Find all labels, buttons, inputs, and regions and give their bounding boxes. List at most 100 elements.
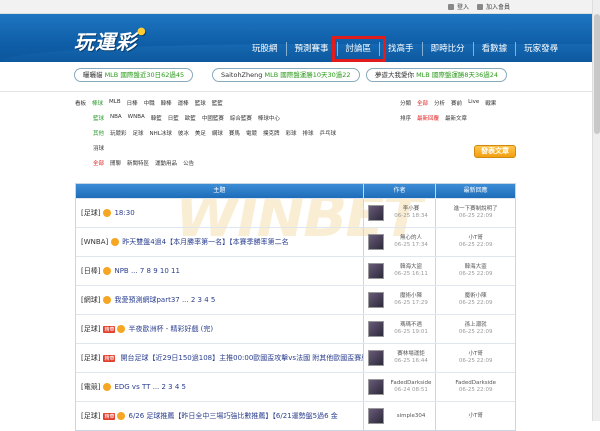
table-row[interactable]: [足球] 精華 6/26 足球推薦【昨日全中三場巧強比數推薦】【6/21運勢盤5過6… [76,401,515,430]
filter-option[interactable]: 中職 [144,99,155,107]
reply-name[interactable]: 小T哥 [469,413,483,420]
reply-name[interactable]: 孫上潮就 [465,322,487,329]
filter-option[interactable]: 日籃 [168,114,179,122]
filter-option[interactable]: 韓籃 [151,114,162,122]
filter-option[interactable]: 乒乓球 [320,129,337,137]
reply-name[interactable]: 小T哥 [469,235,483,242]
author-name[interactable]: 賽林場運鉅 [397,351,425,358]
author-name[interactable]: 韓海大盜 [400,264,422,271]
thread-category[interactable]: [WNBA] [81,238,108,246]
author-name[interactable]: 李小賽 [403,206,420,213]
filter-option[interactable]: 足球 [133,129,144,137]
table-row[interactable]: [日棒] NPB ... 7 8 9 10 11 韓海大盜 06-25 16:11 韓海… [76,256,515,285]
avatar[interactable] [367,350,384,366]
filter-option[interactable]: 歐籃 [185,114,196,122]
filter-option[interactable]: 棒球中心 [258,114,280,122]
thread-title[interactable]: 昨天雙盤4過4【本月勝率第一名】【本賽季勝率第二名 [122,237,288,247]
author-name[interactable]: FadedDarkside [391,380,432,387]
filter-option[interactable]: NBA [110,114,122,122]
filter-option[interactable]: 全部 [417,99,428,107]
reply-name[interactable]: 小T哥 [469,351,483,358]
filter-option[interactable]: 運動用品 [155,159,177,167]
nav-item[interactable]: 即時比分 [423,42,474,56]
thread-category[interactable]: [足球] [81,324,100,334]
filter-option[interactable]: 籃球 [93,114,104,122]
ticker-item[interactable]: SaitohZheng MLB 國際盤運勝10天30過22 [212,68,360,82]
thread-category[interactable]: [日棒] [81,266,100,276]
filter-option[interactable]: WNBA [128,114,145,122]
nav-item[interactable]: 討論區 [331,36,386,62]
thread-title[interactable]: 我愛預測網球part37 ... 2 3 4 5 [114,295,215,305]
thread-topic[interactable]: [日棒] NPB ... 7 8 9 10 11 [76,257,363,285]
reply-name[interactable]: 魔術小陳 [465,293,487,300]
avatar[interactable] [367,205,384,221]
reply-name[interactable]: FadedDarkside [455,380,496,387]
login-link[interactable]: 登入 [447,2,469,11]
site-logo[interactable]: 玩運彩● [74,26,147,55]
thread-category[interactable]: [電競] [81,382,100,392]
filter-option[interactable]: 戰果 [485,99,496,107]
author-name[interactable]: 魔術小陳 [400,293,422,300]
nav-item[interactable]: 預測賽事 [287,42,338,56]
avatar[interactable] [367,408,384,424]
filter-option[interactable]: 撲克牌 [263,129,280,137]
filter-option[interactable]: 公告 [183,159,194,167]
table-row[interactable]: [足球] 18:30 李小賽 06-25 18:34 進一下賽制說明了 06-25 22:… [76,198,515,227]
filter-option[interactable]: 運棒 [178,99,189,107]
filter-option[interactable]: 排球 [302,129,313,137]
filter-option[interactable]: 日棒 [127,99,138,107]
reply-name[interactable]: 韓海大盜 [465,264,487,271]
filter-option[interactable]: 最新文章 [445,114,467,122]
filter-option[interactable]: 韓棒 [161,99,172,107]
avatar[interactable] [367,263,384,279]
table-row[interactable]: [網球] 我愛預測網球part37 ... 2 3 4 5 魔術小陳 06-25 17… [76,285,515,314]
nav-item[interactable]: 找高手 [380,42,423,56]
filter-option[interactable]: 賽前 [451,99,462,107]
thread-category[interactable]: [足球] [81,208,100,218]
filter-option[interactable]: 分析 [434,99,445,107]
reply-name[interactable]: 進一下賽制說明了 [454,206,498,213]
filter-option[interactable]: 籃球 [195,99,206,107]
thread-topic[interactable]: [足球] 18:30 [76,199,363,227]
filter-option[interactable]: MLB [109,99,121,107]
filter-option[interactable]: 全部 [93,159,104,167]
filter-option[interactable]: 羽球 [93,144,104,152]
filter-option[interactable]: 閒聊 [110,159,121,167]
thread-title[interactable]: EDG vs TT ... 2 3 4 5 [114,383,186,391]
avatar[interactable] [367,292,384,308]
filter-option[interactable]: 網球 [212,129,223,137]
avatar[interactable] [367,321,384,337]
thread-topic[interactable]: [足球] 精華 6/26 足球推薦【昨日全中三場巧強比數推薦】【6/21運勢盤5過6… [76,402,363,430]
filter-option[interactable]: 中國籃賽 [202,114,224,122]
filter-option[interactable]: 其他 [93,129,104,137]
scrollbar-thumb[interactable] [594,14,600,134]
filter-option[interactable]: NHL冰球 [150,129,172,137]
thread-topic[interactable]: [網球] 我愛預測網球part37 ... 2 3 4 5 [76,286,363,314]
filter-option[interactable]: 電競 [246,129,257,137]
ticker-item[interactable]: 夢遊大我愛你 MLB 國際盤運勝8天36過24 [366,68,508,82]
thread-topic[interactable]: [電競] EDG vs TT ... 2 3 4 5 [76,373,363,401]
thread-title[interactable]: 18:30 [114,209,134,217]
thread-title[interactable]: 6/26 足球推薦【昨日全中三場巧強比數推薦】【6/21運勢盤5過6 金 [128,411,337,421]
thread-title[interactable]: NPB ... 7 8 9 10 11 [114,267,179,275]
thread-title[interactable]: 半夜歐洲杯 - 精彩好戲 (完) [128,324,213,334]
thread-category[interactable]: [網球] [81,295,100,305]
filter-option[interactable]: Live [468,99,479,107]
filter-option[interactable]: 彩球 [285,129,296,137]
avatar[interactable] [367,234,384,250]
table-row[interactable]: [足球] 精華 半夜歐洲杯 - 精彩好戲 (完) 瑪瑪不遇 06-25 19:01 孫上潮… [76,314,515,343]
filter-option[interactable]: 排序 [400,114,411,122]
join-link[interactable]: 加入會員 [476,2,510,11]
author-name[interactable]: 無心的人 [400,235,422,242]
filter-option[interactable]: 玩競彩 [110,129,127,137]
ticker-item[interactable]: 曬曬貓 MLB 國際盤近30日62過45 [74,68,194,82]
nav-item[interactable]: 玩股網 [244,42,287,56]
page-scrollbar[interactable] [592,0,600,421]
filter-option[interactable]: 綜合籃賽 [230,114,252,122]
filter-option[interactable]: 彼冰 [178,129,189,137]
nav-item[interactable]: 玩家發尋 [516,42,566,56]
thread-topic[interactable]: [足球] 精華 半夜歐洲杯 - 精彩好戲 (完) [76,315,363,343]
filter-option[interactable]: 最新回覆 [417,114,439,122]
nav-item[interactable]: 看數據 [474,42,517,56]
thread-topic[interactable]: [WNBA] 昨天雙盤4過4【本月勝率第一名】【本賽季勝率第二名 [76,228,363,256]
